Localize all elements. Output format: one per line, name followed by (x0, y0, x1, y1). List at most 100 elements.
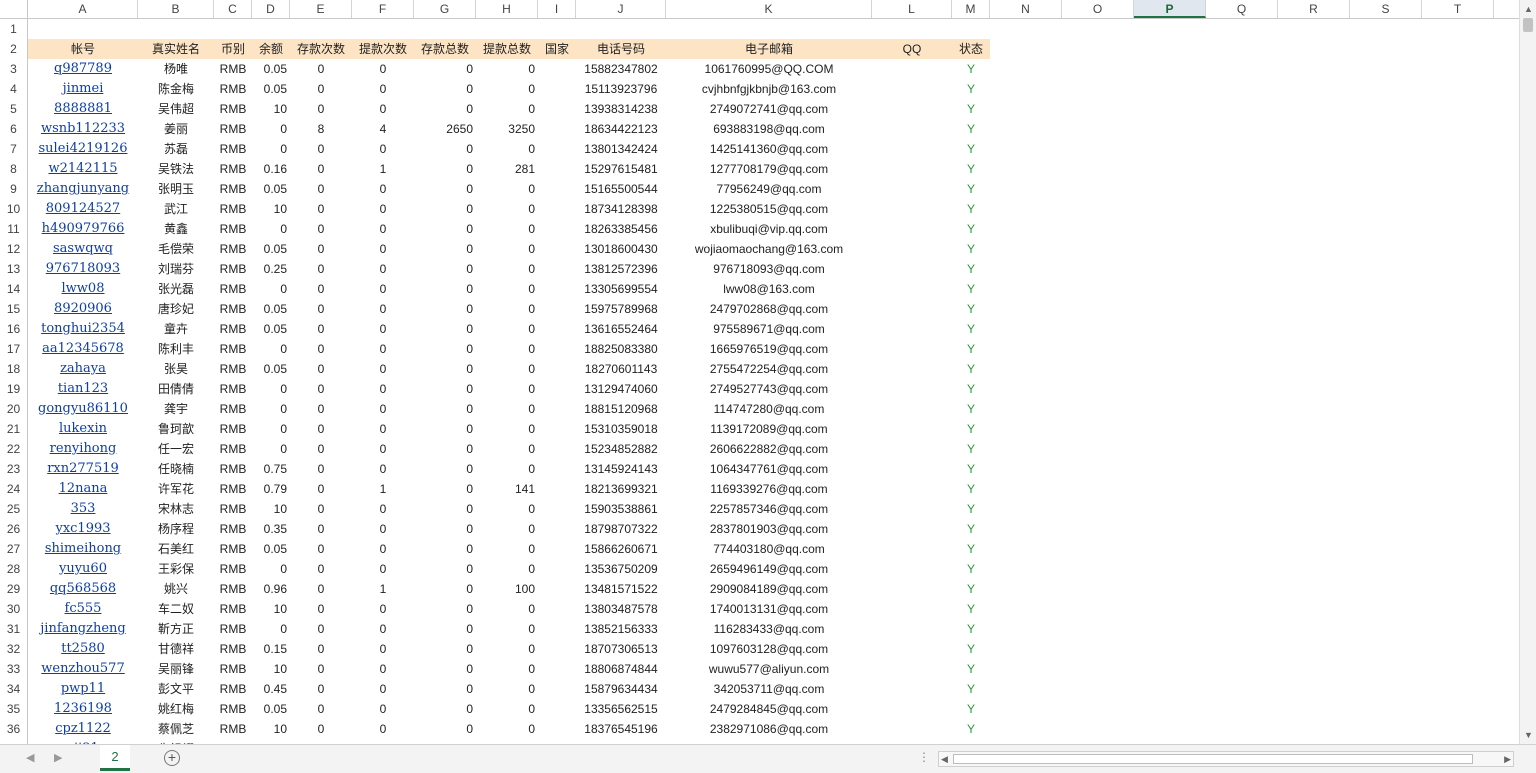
cell[interactable] (990, 719, 1062, 739)
status-cell[interactable]: Y (952, 659, 990, 679)
cell[interactable]: 0 (290, 399, 352, 419)
cell[interactable] (1134, 499, 1206, 519)
cell[interactable]: 0 (352, 199, 414, 219)
status-cell[interactable]: Y (952, 719, 990, 739)
cell[interactable]: RMB (214, 439, 252, 459)
account-link[interactable]: wenzhou577 (28, 659, 138, 679)
cell[interactable] (1278, 199, 1350, 219)
cell[interactable] (1350, 639, 1422, 659)
cell[interactable]: RMB (214, 179, 252, 199)
cell[interactable]: 0 (352, 539, 414, 559)
cell[interactable] (1062, 439, 1134, 459)
cell[interactable] (1134, 599, 1206, 619)
cell[interactable]: 田倩倩 (138, 379, 214, 399)
cell[interactable] (1134, 259, 1206, 279)
cell[interactable]: 0 (290, 539, 352, 559)
cell[interactable] (1422, 79, 1494, 99)
cell[interactable] (872, 99, 952, 119)
cell[interactable]: 0 (414, 639, 476, 659)
cell[interactable]: 13129474060 (576, 379, 666, 399)
cell[interactable] (1422, 699, 1494, 719)
cell[interactable] (990, 539, 1062, 559)
cell[interactable] (1278, 279, 1350, 299)
cell[interactable]: 1 (352, 479, 414, 499)
cell[interactable]: 0 (290, 499, 352, 519)
cell[interactable]: 114747280@qq.com (666, 399, 872, 419)
row-header[interactable]: 13 (0, 259, 28, 279)
cell[interactable]: 0 (290, 599, 352, 619)
column-header-d[interactable]: D (252, 0, 290, 18)
cell[interactable] (1062, 519, 1134, 539)
cell[interactable] (1278, 179, 1350, 199)
column-header-e[interactable]: E (290, 0, 352, 18)
row-header[interactable]: 25 (0, 499, 28, 519)
cell[interactable] (1278, 259, 1350, 279)
cell[interactable] (1134, 719, 1206, 739)
status-cell[interactable]: Y (952, 239, 990, 259)
cell[interactable] (990, 599, 1062, 619)
cell[interactable] (1206, 299, 1278, 319)
cell[interactable] (1350, 159, 1422, 179)
cell[interactable] (1350, 499, 1422, 519)
cell[interactable] (538, 279, 576, 299)
cell[interactable]: 0.05 (252, 59, 290, 79)
cell[interactable] (1278, 499, 1350, 519)
cell[interactable] (1062, 199, 1134, 219)
status-cell[interactable]: Y (952, 599, 990, 619)
cell[interactable] (990, 19, 1062, 39)
cell[interactable] (1134, 619, 1206, 639)
row-header[interactable]: 30 (0, 599, 28, 619)
cell[interactable] (1206, 399, 1278, 419)
cell[interactable] (1422, 419, 1494, 439)
cell[interactable] (872, 19, 952, 39)
cell[interactable]: 0 (476, 219, 538, 239)
cell[interactable] (538, 519, 576, 539)
account-link[interactable]: qq568568 (28, 579, 138, 599)
cell[interactable]: 774403180@qq.com (666, 539, 872, 559)
cell[interactable]: 13481571522 (576, 579, 666, 599)
row-header[interactable]: 20 (0, 399, 28, 419)
cell[interactable] (1278, 159, 1350, 179)
account-link[interactable]: 1236198 (28, 699, 138, 719)
cell[interactable]: 0 (352, 559, 414, 579)
cell[interactable] (1422, 519, 1494, 539)
cell[interactable]: 0 (252, 559, 290, 579)
row-header[interactable]: 23 (0, 459, 28, 479)
cell[interactable] (1350, 519, 1422, 539)
cell[interactable] (538, 159, 576, 179)
cell[interactable]: RMB (214, 459, 252, 479)
cell[interactable]: 10 (252, 719, 290, 739)
cell[interactable]: 0 (290, 239, 352, 259)
cell[interactable] (1422, 559, 1494, 579)
cell[interactable]: 8 (290, 119, 352, 139)
cell[interactable]: RMB (214, 99, 252, 119)
cell[interactable]: 彭文平 (138, 679, 214, 699)
cell[interactable] (1350, 239, 1422, 259)
cell[interactable]: 18270601143 (576, 359, 666, 379)
cell[interactable] (1206, 379, 1278, 399)
cell[interactable]: 18815120968 (576, 399, 666, 419)
sheet-tab-2[interactable]: 2 (100, 745, 130, 771)
cell[interactable]: 13616552464 (576, 319, 666, 339)
cell[interactable]: 1665976519@qq.com (666, 339, 872, 359)
cell[interactable]: 杨唯 (138, 59, 214, 79)
row-header[interactable]: 35 (0, 699, 28, 719)
account-link[interactable]: 353 (28, 499, 138, 519)
cell[interactable]: RMB (214, 699, 252, 719)
cell[interactable] (138, 19, 214, 39)
cell[interactable] (990, 99, 1062, 119)
cell[interactable] (1062, 579, 1134, 599)
cell[interactable] (1278, 719, 1350, 739)
cell[interactable]: 0 (414, 439, 476, 459)
cell[interactable] (872, 439, 952, 459)
cell[interactable] (214, 19, 252, 39)
select-all-corner[interactable] (0, 0, 28, 18)
column-header-l[interactable]: L (872, 0, 952, 18)
cell[interactable]: 0 (476, 299, 538, 319)
cell[interactable]: 0 (476, 599, 538, 619)
cell[interactable]: 0 (414, 339, 476, 359)
cell[interactable] (1422, 59, 1494, 79)
cell[interactable]: 0 (476, 439, 538, 459)
cell[interactable] (1278, 599, 1350, 619)
cell[interactable] (1422, 619, 1494, 639)
